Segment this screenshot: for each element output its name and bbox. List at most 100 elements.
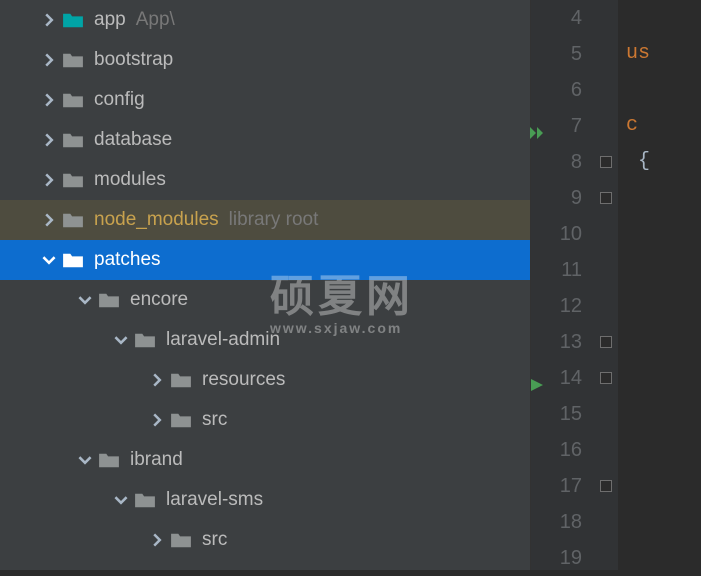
code-line[interactable]: { — [626, 144, 701, 180]
folder-icon — [62, 131, 88, 149]
tree-item-suffix: library root — [229, 209, 319, 231]
tree-item-patches[interactable]: patches — [0, 240, 530, 280]
tree-item-app[interactable]: app App\ — [0, 0, 530, 40]
tree-item-config[interactable]: config — [0, 80, 530, 120]
code-line[interactable] — [626, 540, 701, 570]
chevron-right-icon[interactable] — [144, 533, 170, 547]
tree-item-src[interactable]: src — [0, 520, 530, 560]
code-line[interactable] — [626, 324, 701, 360]
line-number: 13 — [531, 324, 582, 360]
line-number: 14 — [531, 360, 582, 396]
tree-item-label: encore — [130, 289, 188, 311]
tree-item-label: modules — [94, 169, 166, 191]
code-line[interactable] — [626, 432, 701, 468]
tree-item-label: laravel-admin — [166, 329, 280, 351]
folder-icon — [134, 491, 160, 509]
tree-item-resources[interactable]: resources — [0, 360, 530, 400]
line-number: 4 — [531, 0, 582, 36]
tree-item-node_modules[interactable]: node_modules library root — [0, 200, 530, 240]
tree-item-database[interactable]: database — [0, 120, 530, 160]
folder-icon — [98, 451, 124, 469]
editor-pane: 45678910111213141516171819 usc { — [530, 0, 701, 570]
line-number: 15 — [531, 396, 582, 432]
chevron-right-icon[interactable] — [144, 373, 170, 387]
code-line[interactable] — [626, 216, 701, 252]
folder-icon — [62, 11, 88, 29]
tree-item-ibrand[interactable]: ibrand — [0, 440, 530, 480]
folder-icon — [62, 211, 88, 229]
chevron-down-icon[interactable] — [72, 453, 98, 467]
tree-item-bootstrap[interactable]: bootstrap — [0, 40, 530, 80]
line-number: 19 — [531, 540, 582, 576]
line-number: 5 — [531, 36, 582, 72]
line-number: 9 — [531, 180, 582, 216]
tree-item-label: patches — [94, 249, 161, 271]
line-number: 10 — [531, 216, 582, 252]
code-line[interactable] — [626, 180, 701, 216]
tree-item-label: src — [202, 409, 227, 431]
folder-icon — [170, 371, 196, 389]
folder-icon — [62, 51, 88, 69]
line-number-gutter: 45678910111213141516171819 — [531, 0, 596, 570]
chevron-down-icon[interactable] — [72, 293, 98, 307]
line-number: 11 — [531, 252, 582, 288]
folder-icon — [62, 91, 88, 109]
folder-icon — [98, 291, 124, 309]
fold-marker-icon[interactable] — [600, 192, 612, 204]
line-number: 8 — [531, 144, 582, 180]
code-line[interactable] — [626, 0, 701, 36]
fold-marker-icon[interactable] — [600, 480, 612, 492]
tree-item-label: resources — [202, 369, 285, 391]
fold-marker-icon[interactable] — [600, 156, 612, 168]
code-area[interactable]: us c { — [618, 0, 701, 570]
tree-item-label: app — [94, 9, 126, 31]
tree-item-label: ibrand — [130, 449, 183, 471]
line-number: 17 — [531, 468, 582, 504]
folder-icon — [62, 251, 88, 269]
tree-item-suffix: App\ — [136, 9, 175, 31]
chevron-right-icon[interactable] — [36, 93, 62, 107]
line-number: 16 — [531, 432, 582, 468]
code-line[interactable] — [626, 396, 701, 432]
chevron-down-icon[interactable] — [36, 253, 62, 267]
code-line[interactable] — [626, 468, 701, 504]
folder-icon — [170, 411, 196, 429]
line-number: 6 — [531, 72, 582, 108]
tree-item-label: node_modules — [94, 209, 219, 231]
tree-item-src[interactable]: src — [0, 400, 530, 440]
code-line[interactable] — [626, 288, 701, 324]
tree-item-laravel-sms[interactable]: laravel-sms — [0, 480, 530, 520]
chevron-right-icon[interactable] — [36, 53, 62, 67]
tree-item-label: src — [202, 529, 227, 551]
fold-column — [596, 0, 618, 570]
chevron-right-icon[interactable] — [36, 173, 62, 187]
code-line[interactable] — [626, 252, 701, 288]
tree-item-laravel-admin[interactable]: laravel-admin — [0, 320, 530, 360]
code-line[interactable]: us — [626, 36, 701, 72]
chevron-right-icon[interactable] — [36, 213, 62, 227]
fold-marker-icon[interactable] — [600, 372, 612, 384]
chevron-right-icon[interactable] — [36, 133, 62, 147]
code-line[interactable] — [626, 504, 701, 540]
code-line[interactable] — [626, 360, 701, 396]
tree-item-label: config — [94, 89, 145, 111]
folder-icon — [134, 331, 160, 349]
fold-marker-icon[interactable] — [600, 336, 612, 348]
project-file-tree[interactable]: app App\ bootstrap config database modules nod… — [0, 0, 530, 570]
folder-icon — [170, 531, 196, 549]
chevron-right-icon[interactable] — [144, 413, 170, 427]
code-line[interactable] — [626, 72, 701, 108]
line-number: 18 — [531, 504, 582, 540]
tree-item-label: laravel-sms — [166, 489, 263, 511]
tree-item-modules[interactable]: modules — [0, 160, 530, 200]
code-line[interactable]: c — [626, 108, 701, 144]
chevron-down-icon[interactable] — [108, 333, 134, 347]
line-number: 12 — [531, 288, 582, 324]
tree-item-label: bootstrap — [94, 49, 173, 71]
tree-item-encore[interactable]: encore — [0, 280, 530, 320]
chevron-right-icon[interactable] — [36, 13, 62, 27]
chevron-down-icon[interactable] — [108, 493, 134, 507]
line-number: 7 — [531, 108, 582, 144]
folder-icon — [62, 171, 88, 189]
tree-item-label: database — [94, 129, 172, 151]
